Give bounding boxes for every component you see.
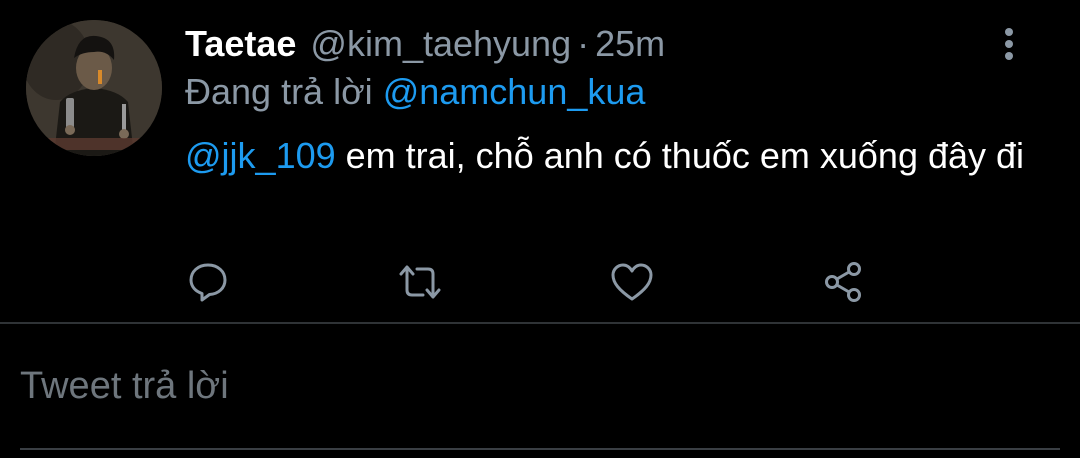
display-name[interactable]: Taetae xyxy=(185,23,296,64)
reply-input-underline xyxy=(20,448,1060,450)
tweet[interactable]: Taetae @kim_taehyung · 25m Đang trả lời @na… xyxy=(0,0,1080,322)
reply-button[interactable] xyxy=(184,258,232,306)
replying-prefix: Đang trả lời xyxy=(185,71,373,112)
share-icon xyxy=(825,262,861,302)
heart-icon xyxy=(611,263,653,301)
avatar-image xyxy=(26,20,162,156)
more-options-button[interactable] xyxy=(996,24,1022,64)
speech-bubble-icon xyxy=(189,263,227,302)
retweet-button[interactable] xyxy=(396,258,444,306)
vertical-dots-icon xyxy=(1005,28,1013,60)
replying-to-handle[interactable]: @namchun_kua xyxy=(383,71,646,112)
like-button[interactable] xyxy=(608,258,656,306)
retweet-icon xyxy=(399,265,441,299)
replying-to-line: Đang trả lời @namchun_kua xyxy=(185,70,645,114)
separator-dot: · xyxy=(577,23,590,64)
mention-link[interactable]: @jjk_109 xyxy=(185,135,336,176)
share-button[interactable] xyxy=(820,258,868,306)
user-handle[interactable]: @kim_taehyung xyxy=(310,23,571,64)
timestamp[interactable]: 25m xyxy=(595,23,665,64)
page: Taetae @kim_taehyung · 25m Đang trả lời @na… xyxy=(0,0,1080,458)
divider xyxy=(0,322,1080,324)
reply-input[interactable] xyxy=(20,356,1060,416)
avatar[interactable] xyxy=(26,20,162,156)
tweet-text: @jjk_109 em trai, chỗ anh có thuốc em xu… xyxy=(185,134,1025,178)
tweet-header: Taetae @kim_taehyung · 25m xyxy=(185,22,665,66)
tweet-body-text: em trai, chỗ anh có thuốc em xuống đây đ… xyxy=(335,135,1025,176)
